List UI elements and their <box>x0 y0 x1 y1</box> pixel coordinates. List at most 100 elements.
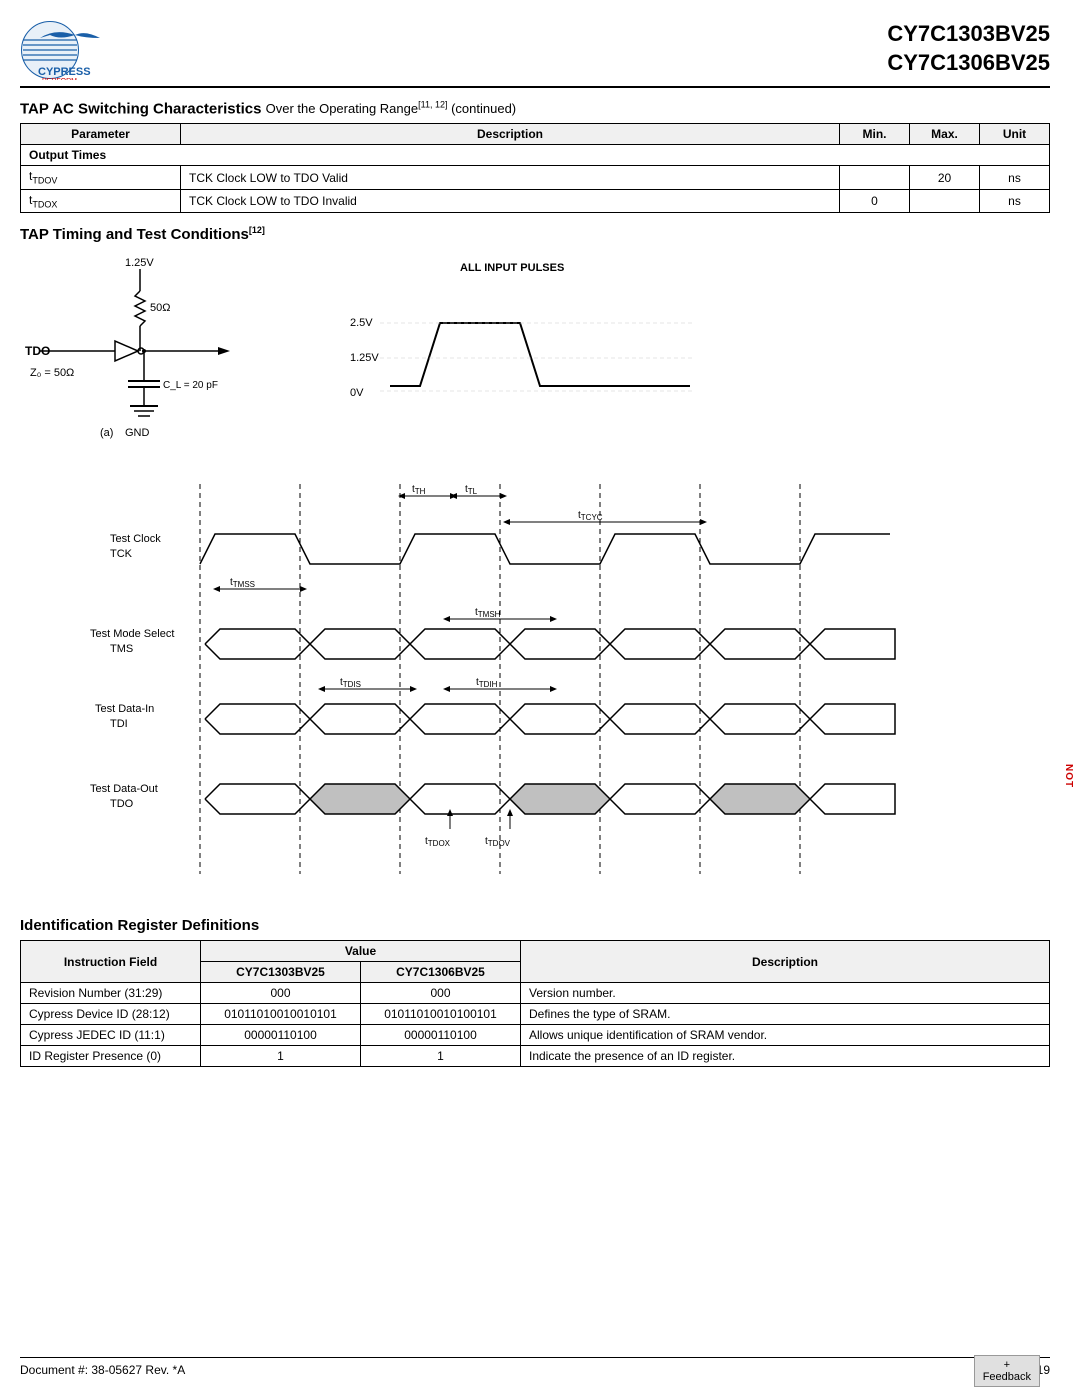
col-header-desc: Description <box>181 124 840 145</box>
col-header-min: Min. <box>840 124 910 145</box>
diagrams-container: 1.25V 50Ω TDO Z₀ = 50Ω <box>20 251 1050 454</box>
svg-text:(a): (a) <box>100 427 113 439</box>
field-revision: Revision Number (31:29) <box>21 983 201 1004</box>
col-instruction: Instruction Field <box>21 941 201 983</box>
svg-text:TDO: TDO <box>25 344 50 358</box>
field-jedec-id: Cypress JEDEC ID (11:1) <box>21 1025 201 1046</box>
waveform-area: tTH tTL Test Clock TCK tTCYC tTMSS <box>20 474 1050 897</box>
tap-ac-subheading: Over the Operating Range[11, 12] (contin… <box>266 101 517 116</box>
svg-text:ALL INPUT PULSES: ALL INPUT PULSES <box>460 262 564 274</box>
svg-text:tTDIH: tTDIH <box>476 677 498 689</box>
cy1-revision: 000 <box>201 983 361 1004</box>
cy1-device-id: 01011010010010101 <box>201 1004 361 1025</box>
svg-text:PERFORM: PERFORM <box>42 78 77 80</box>
side-text-block: ONE OR MORE ORDERABLE PARTS ASSOCIATED W… <box>1054 200 1078 1100</box>
svg-text:TDO: TDO <box>110 798 134 810</box>
svg-text:1.25V: 1.25V <box>125 257 154 269</box>
logo-area: CYPRESS PERFORM <box>20 20 120 80</box>
col-header-param: Parameter <box>21 124 181 145</box>
table-row: Cypress JEDEC ID (11:1) 00000110100 0000… <box>21 1025 1050 1046</box>
col-value-header: Value <box>201 941 521 962</box>
table-row: tTDOX TCK Clock LOW to TDO Invalid 0 ns <box>21 189 1050 212</box>
max-tdox <box>910 189 980 212</box>
tap-ac-section: TAP AC Switching Characteristics Over th… <box>20 100 1050 213</box>
svg-text:Test Data-In: Test Data-In <box>95 703 154 715</box>
param-tdov: tTDOV <box>21 166 181 189</box>
desc-device-id: Defines the type of SRAM. <box>521 1004 1050 1025</box>
table-row: Cypress Device ID (28:12) 01011010010010… <box>21 1004 1050 1025</box>
waveform-svg: tTH tTL Test Clock TCK tTCYC tTMSS <box>20 474 920 894</box>
feedback-button[interactable]: + Feedback <box>974 1355 1040 1387</box>
col-header-max: Max. <box>910 124 980 145</box>
cypress-logo: CYPRESS PERFORM <box>20 20 120 80</box>
min-tdox: 0 <box>840 189 910 212</box>
pulse-diagram: ALL INPUT PULSES 2.5V 1.25V 0V <box>340 251 1050 454</box>
cy2-device-id: 01011010010100101 <box>361 1004 521 1025</box>
svg-text:TMS: TMS <box>110 643 133 655</box>
svg-text:tTDOX: tTDOX <box>425 836 451 848</box>
field-id-presence: ID Register Presence (0) <box>21 1046 201 1067</box>
svg-text:tTH: tTH <box>412 484 426 496</box>
tap-timing-section: TAP Timing and Test Conditions[12] 1.25V… <box>20 225 1050 897</box>
tap-ac-table: Parameter Description Min. Max. Unit Out… <box>20 123 1050 213</box>
group-label: Output Times <box>21 145 1050 166</box>
svg-text:2.5V: 2.5V <box>350 317 373 329</box>
svg-text:Test Data-Out: Test Data-Out <box>90 783 158 795</box>
svg-text:Test Clock: Test Clock <box>110 533 161 545</box>
cy2-revision: 000 <box>361 983 521 1004</box>
svg-text:Test Mode Select: Test Mode Select <box>90 628 174 640</box>
table-row: ID Register Presence (0) 1 1 Indicate th… <box>21 1046 1050 1067</box>
svg-text:TDI: TDI <box>110 718 128 730</box>
page-header: CYPRESS PERFORM CY7C1303BV25 CY7C1306BV2… <box>20 20 1050 88</box>
side-text-line2: ONE OR MORE ORDERABLE PARTS ASSOCIATED W… <box>1067 1078 1076 1100</box>
svg-text:1.25V: 1.25V <box>350 352 379 364</box>
svg-text:Z₀ = 50Ω: Z₀ = 50Ω <box>30 367 74 379</box>
max-tdov: 20 <box>910 166 980 189</box>
desc-tdox: TCK Clock LOW to TDO Invalid <box>181 189 840 212</box>
desc-jedec-id: Allows unique identification of SRAM ven… <box>521 1025 1050 1046</box>
title-line1: CY7C1303BV25 <box>887 21 1050 46</box>
svg-text:CYPRESS: CYPRESS <box>38 66 91 78</box>
svg-text:0V: 0V <box>350 387 364 399</box>
col-header-unit: Unit <box>980 124 1050 145</box>
desc-id-presence: Indicate the presence of an ID register. <box>521 1046 1050 1067</box>
id-register-section: Identification Register Definitions Inst… <box>20 917 1050 1067</box>
tap-timing-heading: TAP Timing and Test Conditions[12] <box>20 225 1050 243</box>
min-tdov <box>840 166 910 189</box>
svg-text:tTMSH: tTMSH <box>475 607 501 619</box>
desc-revision: Version number. <box>521 983 1050 1004</box>
col-cy1-header: CY7C1303BV25 <box>201 962 361 983</box>
field-device-id: Cypress Device ID (28:12) <box>21 1004 201 1025</box>
circuit-svg: 1.25V 50Ω TDO Z₀ = 50Ω <box>20 251 300 451</box>
tap-ac-heading: TAP AC Switching Characteristics Over th… <box>20 100 1050 117</box>
svg-text:tTL: tTL <box>465 484 478 496</box>
title-line2: CY7C1306BV25 <box>887 50 1050 75</box>
id-register-heading: Identification Register Definitions <box>20 917 1050 934</box>
cy1-jedec-id: 00000110100 <box>201 1025 361 1046</box>
svg-text:tTMSS: tTMSS <box>230 577 255 589</box>
page-footer: Document #: 38-05627 Rev. *A Page 12 of … <box>20 1357 1050 1377</box>
doc-number: Document #: 38-05627 Rev. *A <box>20 1363 185 1377</box>
svg-text:tTDIS: tTDIS <box>340 677 361 689</box>
cy1-id-presence: 1 <box>201 1046 361 1067</box>
circuit-diagram: 1.25V 50Ω TDO Z₀ = 50Ω <box>20 251 300 454</box>
col-cy2-header: CY7C1306BV25 <box>361 962 521 983</box>
unit-tdox: ns <box>980 189 1050 212</box>
pulse-svg: ALL INPUT PULSES 2.5V 1.25V 0V <box>340 251 720 451</box>
unit-tdov: ns <box>980 166 1050 189</box>
svg-text:tTCYC: tTCYC <box>578 510 603 522</box>
svg-text:tTDOV: tTDOV <box>485 836 511 848</box>
id-register-table: Instruction Field Value Description CY7C… <box>20 940 1050 1067</box>
svg-text:GND: GND <box>125 427 150 439</box>
table-row: tTDOV TCK Clock LOW to TDO Valid 20 ns <box>21 166 1050 189</box>
cy2-jedec-id: 00000110100 <box>361 1025 521 1046</box>
output-times-group: Output Times <box>21 145 1050 166</box>
cy2-id-presence: 1 <box>361 1046 521 1067</box>
svg-text:TCK: TCK <box>110 548 133 560</box>
param-tdox: tTDOX <box>21 189 181 212</box>
svg-text:50Ω: 50Ω <box>150 302 170 314</box>
col-description-header: Description <box>521 941 1050 983</box>
table-row: Revision Number (31:29) 000 000 Version … <box>21 983 1050 1004</box>
svg-text:C_L = 20 pF: C_L = 20 pF <box>163 380 218 391</box>
desc-tdov: TCK Clock LOW to TDO Valid <box>181 166 840 189</box>
